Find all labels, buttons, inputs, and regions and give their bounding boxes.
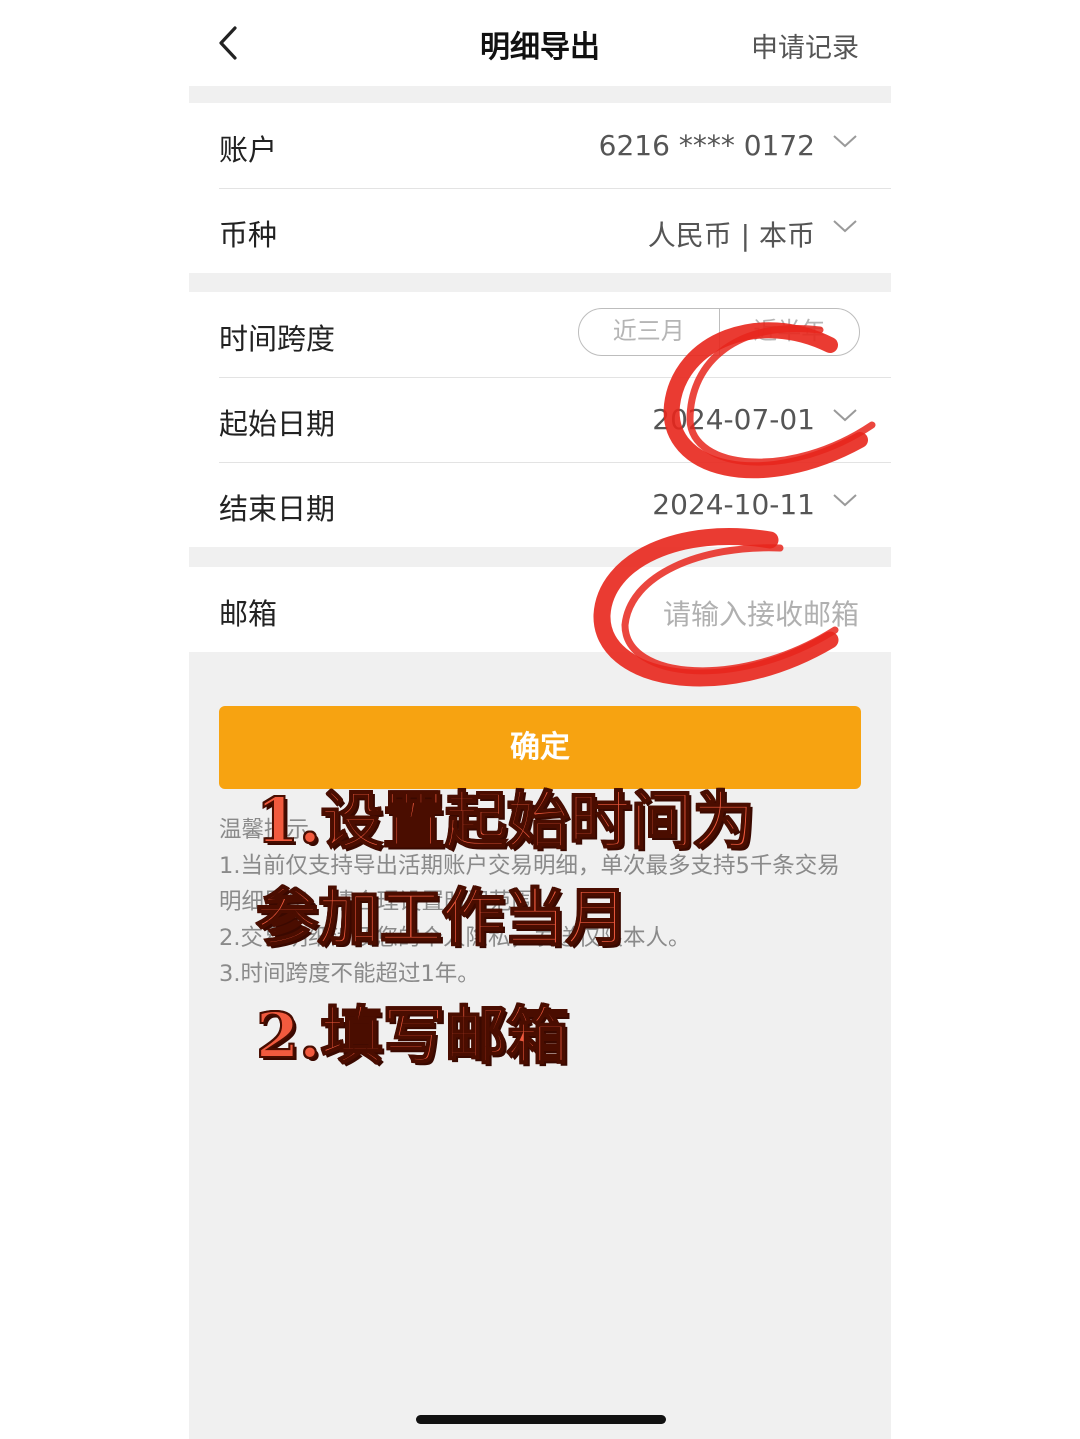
currency-row[interactable]: 币种 人民币 | 本币 [189, 188, 891, 273]
email-row[interactable]: 邮箱 请输入接收邮箱 [189, 567, 891, 652]
time-span-segmented-control: 近三月 近半年 [578, 308, 860, 356]
email-section: 邮箱 请输入接收邮箱 [189, 567, 891, 652]
end-date-value: 2024-10-11 [652, 488, 815, 521]
confirm-button[interactable]: 确定 [219, 706, 861, 789]
nav-bar: 明细导出 申请记录 [189, 0, 891, 86]
date-section: 时间跨度 近三月 近半年 起始日期 2024-07-01 结束日期 2024-1… [189, 292, 891, 547]
account-value: 6216 **** 0172 [598, 129, 815, 162]
tip-line: 3.时间跨度不能超过1年。 [219, 961, 480, 987]
time-span-row: 时间跨度 近三月 近半年 [189, 292, 891, 377]
option-three-months[interactable]: 近三月 [579, 309, 719, 355]
currency-label: 币种 [219, 218, 278, 252]
option-half-year[interactable]: 近半年 [718, 309, 860, 355]
account-label: 账户 [219, 133, 278, 167]
annotation-step1: 1.设置起始时间为 [255, 784, 756, 857]
chevron-down-icon [833, 409, 857, 422]
start-date-label: 起始日期 [219, 407, 336, 441]
chevron-down-icon [833, 494, 857, 507]
apply-records-link[interactable]: 申请记录 [751, 26, 859, 65]
email-label: 邮箱 [219, 597, 278, 631]
start-date-row[interactable]: 起始日期 2024-07-01 [189, 377, 891, 462]
chevron-down-icon [833, 135, 857, 148]
email-input[interactable]: 请输入接收邮箱 [663, 593, 859, 633]
end-date-label: 结束日期 [219, 492, 336, 526]
account-row[interactable]: 账户 6216 **** 0172 [189, 103, 891, 188]
currency-value: 人民币 | 本币 [647, 219, 815, 252]
annotation-step2: 2.填写邮箱 [255, 999, 570, 1072]
chevron-down-icon [833, 220, 857, 233]
account-section: 账户 6216 **** 0172 币种 人民币 | 本币 [189, 103, 891, 273]
time-span-label: 时间跨度 [219, 322, 336, 356]
annotation-step1-cont: 参加工作当月 [255, 881, 629, 954]
start-date-value: 2024-07-01 [652, 403, 815, 436]
home-indicator [416, 1415, 666, 1424]
phone-screen: 明细导出 申请记录 账户 6216 **** 0172 币种 人民币 | 本币 … [189, 0, 891, 1439]
end-date-row[interactable]: 结束日期 2024-10-11 [189, 462, 891, 547]
